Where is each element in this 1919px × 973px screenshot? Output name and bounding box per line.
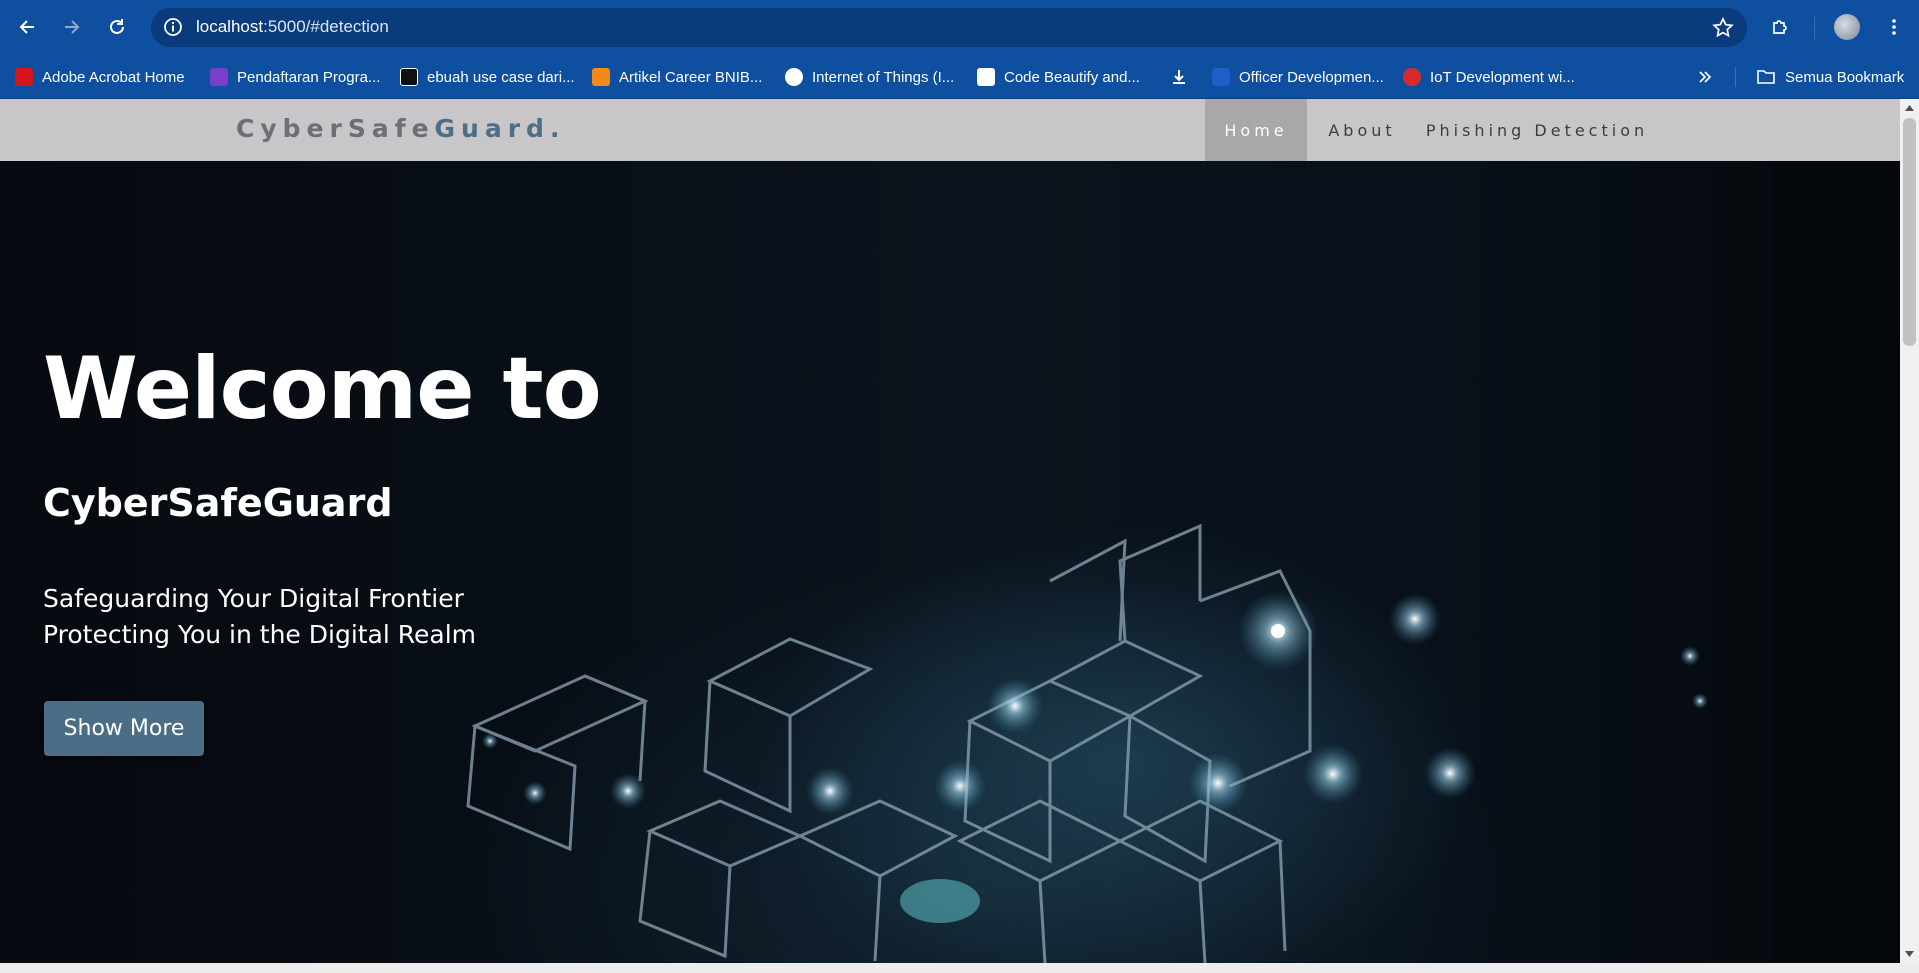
url-text[interactable]: localhost:5000/#detection	[196, 17, 389, 37]
web-page: CyberSafeGuard. Home About Phishing Dete…	[0, 99, 1900, 963]
back-arrow-icon	[19, 20, 34, 34]
address-bar[interactable]: localhost:5000/#detection	[151, 8, 1747, 47]
bookmark-item[interactable]: Code Beautify and...	[977, 65, 1140, 89]
scroll-down-arrow-icon[interactable]	[1904, 949, 1915, 959]
puzzle-extension-icon	[1773, 20, 1787, 34]
hero-tagline-1: Safeguarding Your Digital Frontier	[43, 584, 464, 613]
forward-arrow-icon	[65, 20, 80, 34]
kebab-menu-icon	[1892, 19, 1896, 35]
page-scrollbar[interactable]	[1900, 99, 1919, 963]
window-bottom-edge	[0, 963, 1919, 973]
bank-logo-icon	[1212, 68, 1230, 86]
profile-button[interactable]	[1829, 9, 1865, 45]
nav-about-label: About	[1328, 120, 1396, 140]
iot-logo-icon	[1403, 68, 1421, 86]
bookmark-label: Code Beautify and...	[1004, 68, 1140, 86]
bookmark-item[interactable]: Internet of Things (I...	[785, 65, 954, 89]
nav-about[interactable]: About	[1307, 99, 1417, 161]
toolbar-divider	[1814, 17, 1815, 39]
all-bookmarks-label: Semua Bookmark	[1785, 68, 1905, 86]
bookmarks-divider	[1735, 67, 1736, 87]
nav-home[interactable]: Home	[1205, 99, 1307, 161]
nav-phishing-detection[interactable]: Phishing Detection	[1417, 99, 1657, 161]
scroll-up-arrow-icon[interactable]	[1904, 103, 1915, 113]
site-navbar: CyberSafeGuard. Home About Phishing Dete…	[0, 99, 1900, 161]
bookmark-label: Adobe Acrobat Home	[42, 68, 185, 86]
bookmark-item[interactable]: IoT Development wi...	[1403, 65, 1575, 89]
hero-section: Welcome to CyberSafeGuard Safeguarding Y…	[0, 161, 1900, 963]
bookmark-item[interactable]: Officer Developmen...	[1212, 65, 1384, 89]
bookmark-label: Pendaftaran Progra...	[237, 68, 381, 86]
globe-icon	[785, 68, 803, 86]
hero-heading: Welcome to	[43, 339, 602, 439]
bookmark-item[interactable]: Pendaftaran Progra...	[210, 65, 380, 89]
bni-icon	[592, 68, 610, 86]
more-bookmarks-button[interactable]	[1697, 65, 1713, 89]
url-path: :5000/#detection	[263, 17, 389, 36]
hero-subheading: CyberSafeGuard	[43, 481, 393, 525]
hero-background-image	[466, 161, 1900, 963]
extensions-button[interactable]	[1762, 9, 1798, 45]
adobe-acrobat-icon	[15, 68, 33, 86]
site-info-icon[interactable]	[162, 16, 184, 38]
chatgpt-icon	[400, 68, 418, 86]
all-bookmarks-folder[interactable]: Semua Bookmark	[1756, 65, 1904, 89]
bookmark-label: Officer Developmen...	[1239, 68, 1384, 86]
logo-main: CyberSafe	[236, 114, 435, 143]
bookmark-item[interactable]: Adobe Acrobat Home	[15, 65, 185, 89]
show-more-button[interactable]: Show More	[44, 701, 204, 756]
bookmark-label: ebuah use case dari...	[427, 68, 575, 86]
bookmark-label: IoT Development wi...	[1430, 68, 1575, 86]
url-host: localhost	[196, 17, 264, 36]
menu-button[interactable]	[1876, 9, 1912, 45]
browser-toolbar: localhost:5000/#detection	[0, 0, 1919, 55]
bookmark-item[interactable]: Artikel Career BNIB...	[592, 65, 762, 89]
scrollbar-thumb[interactable]	[1903, 118, 1916, 346]
bookmark-item[interactable]	[1170, 65, 1188, 89]
double-chevron-right-icon	[1699, 71, 1712, 83]
bookmark-item[interactable]: ebuah use case dari...	[400, 65, 575, 89]
nav-phishing-detection-label: Phishing Detection	[1425, 120, 1649, 140]
bookmark-star-icon[interactable]	[1711, 16, 1735, 40]
reload-button[interactable]	[99, 9, 135, 45]
avatar	[1834, 14, 1860, 40]
bookmark-label: Internet of Things (I...	[812, 68, 955, 86]
nav-home-label: Home	[1224, 120, 1288, 140]
logo-accent: Guard.	[434, 114, 566, 143]
codebeautify-icon	[977, 68, 995, 86]
back-button[interactable]	[9, 9, 45, 45]
site-logo[interactable]: CyberSafeGuard.	[236, 114, 565, 143]
hero-tagline-2: Protecting You in the Digital Realm	[43, 620, 477, 649]
forward-button[interactable]	[54, 9, 90, 45]
reload-icon	[110, 19, 124, 34]
download-icon	[1173, 70, 1185, 84]
bookmark-label: Artikel Career BNIB...	[619, 68, 763, 86]
list-form-icon	[210, 68, 228, 86]
folder-icon	[1757, 70, 1775, 84]
bookmarks-bar: Adobe Acrobat Home Pendaftaran Progra...…	[0, 55, 1919, 99]
